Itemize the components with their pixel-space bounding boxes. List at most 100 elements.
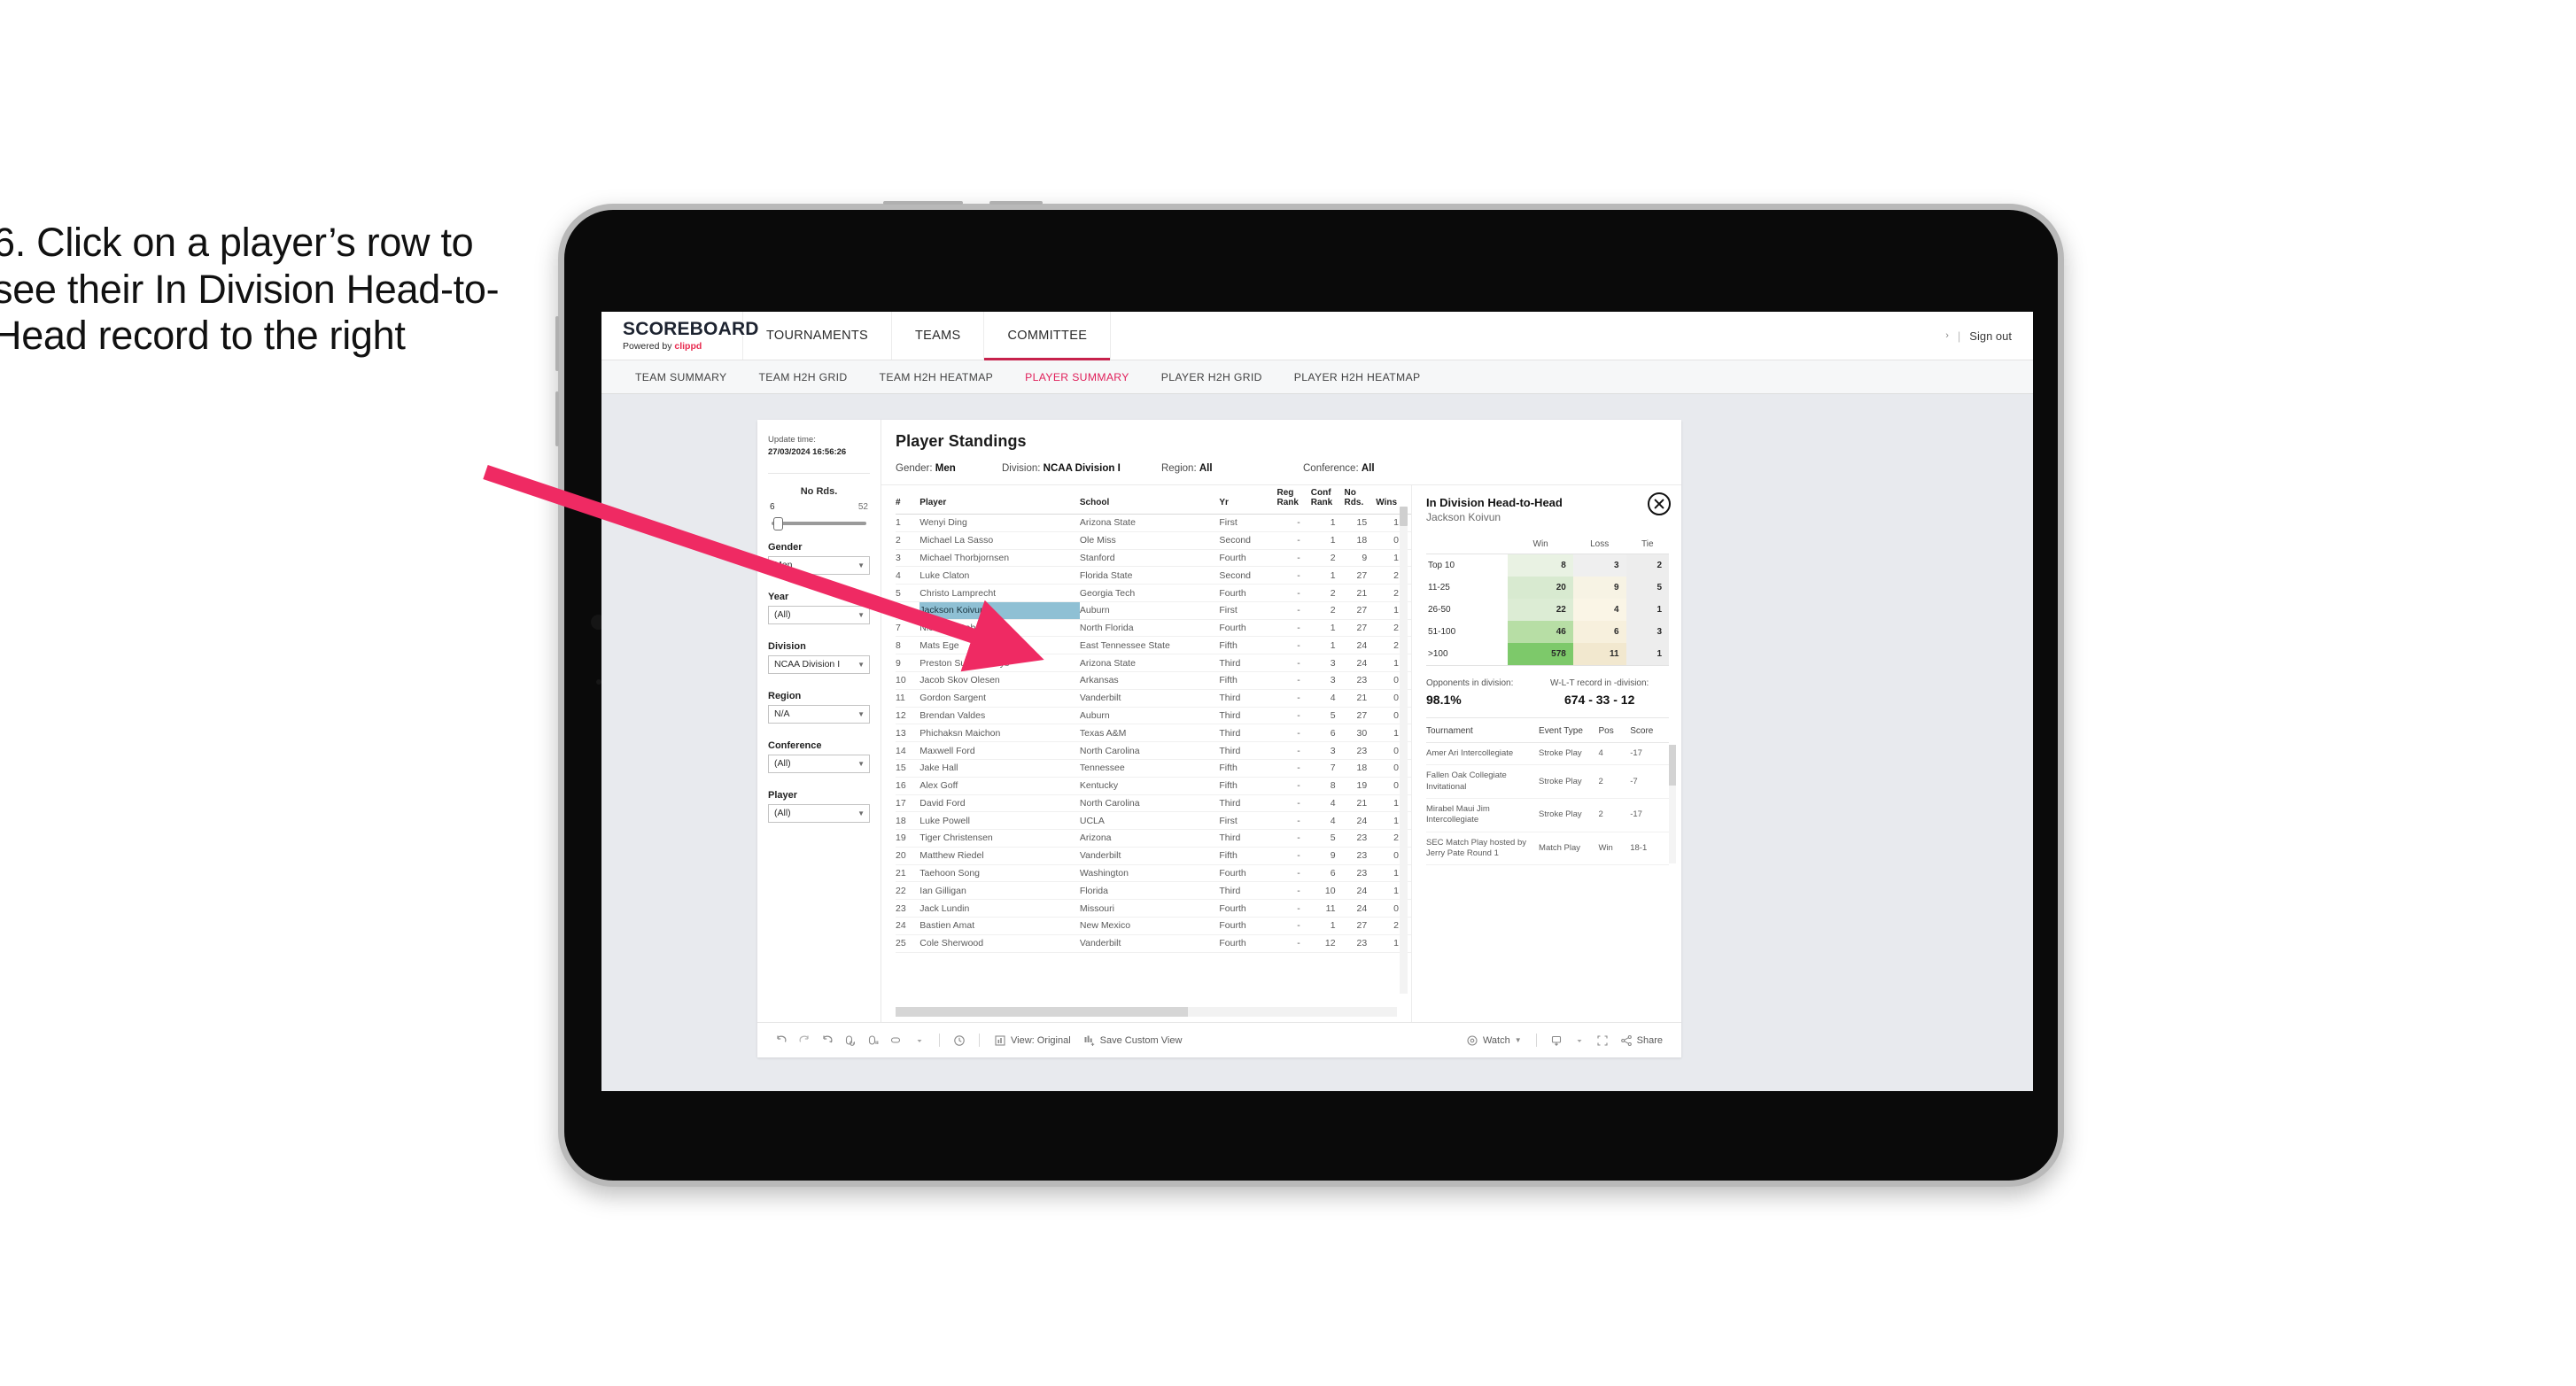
- filter-select-year[interactable]: (All) ▼: [768, 605, 870, 624]
- undo-icon[interactable]: [770, 1029, 793, 1052]
- table-row[interactable]: 24 Bastien Amat New Mexico Fourth -1 27 2: [896, 917, 1411, 935]
- heatmap-cell[interactable]: 22: [1508, 599, 1573, 621]
- tournament-row[interactable]: Mirabel Maui Jim Intercollegiate Stroke P…: [1426, 798, 1669, 832]
- no-rounds-slider[interactable]: [772, 516, 866, 530]
- table-row[interactable]: 22 Ian Gilligan Florida Third -10 24 1: [896, 881, 1411, 901]
- chevron-down-icon[interactable]: [908, 1029, 931, 1052]
- table-row[interactable]: 8 Mats Ege East Tennessee State Fifth -1 24 2: [896, 636, 1411, 655]
- table-row[interactable]: 9 Preston Summerhays Arizona State Third -3 2…: [896, 654, 1411, 673]
- cell-player: Wenyi Ding: [919, 514, 1080, 532]
- table-row[interactable]: 25 Cole Sherwood Vanderbilt Fourth -12 23 1: [896, 934, 1411, 953]
- table-row[interactable]: 6 Jackson Koivun Auburn First -2 27 1: [896, 601, 1411, 620]
- cell-reg-rank: -: [1276, 917, 1311, 935]
- nav-tab-tournaments[interactable]: TOURNAMENTS: [743, 312, 893, 360]
- filter-select-division[interactable]: NCAA Division I ▼: [768, 654, 870, 674]
- heatmap-cell[interactable]: 1: [1626, 599, 1669, 621]
- heatmap-cell[interactable]: 46: [1508, 621, 1573, 643]
- subtab-team-h2h-grid[interactable]: TEAM H2H GRID: [743, 371, 864, 383]
- table-row[interactable]: 1 Wenyi Ding Arizona State First -1 15 1: [896, 514, 1411, 532]
- table-row[interactable]: 23 Jack Lundin Missouri Fourth -11 24 0: [896, 899, 1411, 918]
- tournament-row[interactable]: Fallen Oak Collegiate Invitational Stroke…: [1426, 764, 1669, 800]
- filter-select-region[interactable]: N/A ▼: [768, 704, 870, 724]
- table-row[interactable]: 17 David Ford North Carolina Third -4 21 1: [896, 794, 1411, 813]
- table-row[interactable]: 4 Luke Claton Florida State Second -1 27 2: [896, 566, 1411, 585]
- shape-icon[interactable]: [885, 1029, 908, 1052]
- table-row[interactable]: 20 Matthew Riedel Vanderbilt Fifth -9 23 0: [896, 847, 1411, 865]
- cell-yr: Third: [1219, 741, 1277, 760]
- heatmap-cell[interactable]: 9: [1572, 577, 1626, 599]
- applied-filter-division: Division: NCAA Division I: [1002, 463, 1161, 474]
- table-row[interactable]: 14 Maxwell Ford North Carolina Third -3 23 0: [896, 741, 1411, 760]
- heatmap-cell[interactable]: 4: [1572, 599, 1626, 621]
- col-yr: Yr: [1219, 485, 1277, 515]
- tournament-row[interactable]: SEC Match Play hosted by Jerry Pate Roun…: [1426, 832, 1669, 866]
- heatmap-cell[interactable]: 20: [1508, 577, 1573, 599]
- table-row[interactable]: 5 Christo Lamprecht Georgia Tech Fourth -2 21…: [896, 584, 1411, 602]
- table-row[interactable]: 3 Michael Thorbjornsen Stanford Fourth -2 9 1: [896, 549, 1411, 568]
- nav-tab-committee[interactable]: COMMITTEE: [984, 312, 1112, 360]
- chevron-down-icon[interactable]: [1568, 1029, 1591, 1052]
- heatmap-cell[interactable]: 3: [1626, 621, 1669, 643]
- download-icon[interactable]: [1545, 1029, 1568, 1052]
- filter-select-conference[interactable]: (All) ▼: [768, 754, 870, 773]
- table-vertical-scrollbar-track[interactable]: [1400, 507, 1408, 994]
- table-row[interactable]: 13 Phichaksn Maichon Texas A&M Third -6 30 1: [896, 724, 1411, 743]
- redo-icon[interactable]: [793, 1029, 816, 1052]
- heatmap-cell[interactable]: 6: [1572, 621, 1626, 643]
- chevron-right-icon[interactable]: ›: [1945, 330, 1949, 341]
- cell-rank: 7: [896, 619, 920, 638]
- pause-icon[interactable]: [862, 1029, 885, 1052]
- heatmap-cell[interactable]: 5: [1626, 577, 1669, 599]
- tournament-row[interactable]: Amer Ari Intercollegiate Stroke Play 4 -17: [1426, 742, 1669, 766]
- table-horizontal-scrollbar[interactable]: [896, 1007, 1188, 1017]
- subtab-team-h2h-heatmap[interactable]: TEAM H2H HEATMAP: [864, 371, 1010, 383]
- power-button[interactable]: [989, 201, 1043, 205]
- cell-conf-rank: 1: [1310, 531, 1345, 550]
- table-row[interactable]: 16 Alex Goff Kentucky Fifth -8 19 0: [896, 777, 1411, 795]
- filter-select-gender[interactable]: Men ▼: [768, 555, 870, 575]
- table-row[interactable]: 21 Taehoon Song Washington Fourth -6 23 1: [896, 864, 1411, 883]
- filter-select-player[interactable]: (All) ▼: [768, 803, 870, 823]
- heatmap-cell[interactable]: 8: [1508, 554, 1573, 577]
- heatmap-cell[interactable]: 11: [1572, 643, 1626, 666]
- view-original-button[interactable]: View: Original: [988, 1034, 1077, 1047]
- main-panel: Player Standings Gender: Men Division: N…: [881, 420, 1681, 1022]
- subtab-player-h2h-grid[interactable]: PLAYER H2H GRID: [1145, 371, 1278, 383]
- table-row[interactable]: 19 Tiger Christensen Arizona Third -5 23 2: [896, 829, 1411, 848]
- refresh-icon[interactable]: [839, 1029, 862, 1052]
- table-vertical-scrollbar[interactable]: [1400, 507, 1408, 526]
- table-row[interactable]: 15 Jake Hall Tennessee Fifth -7 18 0: [896, 759, 1411, 778]
- heatmap-cell[interactable]: 2: [1626, 554, 1669, 577]
- save-custom-view-button[interactable]: Save Custom View: [1077, 1034, 1189, 1047]
- share-button[interactable]: Share: [1614, 1034, 1669, 1047]
- volume-down-button[interactable]: [555, 391, 559, 446]
- table-row[interactable]: 12 Brendan Valdes Auburn Third -5 27 0: [896, 707, 1411, 725]
- alerts-icon[interactable]: [948, 1029, 971, 1052]
- table-row[interactable]: 18 Luke Powell UCLA First -4 24 1: [896, 811, 1411, 831]
- tournament-scrollbar[interactable]: [1669, 745, 1676, 786]
- heatmap-cell[interactable]: 578: [1508, 643, 1573, 666]
- subtab-player-summary[interactable]: PLAYER SUMMARY: [1009, 371, 1145, 383]
- close-icon[interactable]: [1648, 492, 1671, 515]
- heatmap-cell[interactable]: 1: [1626, 643, 1669, 666]
- subtab-team-summary[interactable]: TEAM SUMMARY: [619, 371, 743, 383]
- sign-out-link[interactable]: Sign out: [1969, 329, 2012, 343]
- revert-icon[interactable]: [816, 1029, 839, 1052]
- nav-tab-teams[interactable]: TEAMS: [892, 312, 985, 360]
- subtab-player-h2h-heatmap[interactable]: PLAYER H2H HEATMAP: [1278, 371, 1437, 383]
- cell-player: Michael La Sasso: [919, 531, 1080, 550]
- slider-handle[interactable]: [773, 516, 783, 530]
- volume-up-button[interactable]: [555, 316, 559, 371]
- fullscreen-icon[interactable]: [1591, 1029, 1614, 1052]
- cell-conf-rank: 10: [1310, 881, 1345, 901]
- brand-logo[interactable]: SCOREBOARD Powered by clippd: [601, 312, 758, 360]
- cell-player: Taehoon Song: [919, 864, 1080, 883]
- heatmap-cell[interactable]: 3: [1572, 554, 1626, 577]
- watch-button[interactable]: Watch ▼: [1460, 1034, 1528, 1047]
- table-row[interactable]: 10 Jacob Skov Olesen Arkansas Fifth -3 23 0: [896, 671, 1411, 690]
- table-row[interactable]: 2 Michael La Sasso Ole Miss Second -1 18 0: [896, 531, 1411, 550]
- table-row[interactable]: 7 Nicholas Gabrelcik North Florida Fourth -1…: [896, 619, 1411, 638]
- tournament-header-row: Tournament Event Type Pos Score: [1426, 718, 1669, 743]
- table-row[interactable]: 11 Gordon Sargent Vanderbilt Third -4 21 0: [896, 689, 1411, 708]
- powered-by-text: Powered by: [623, 341, 675, 352]
